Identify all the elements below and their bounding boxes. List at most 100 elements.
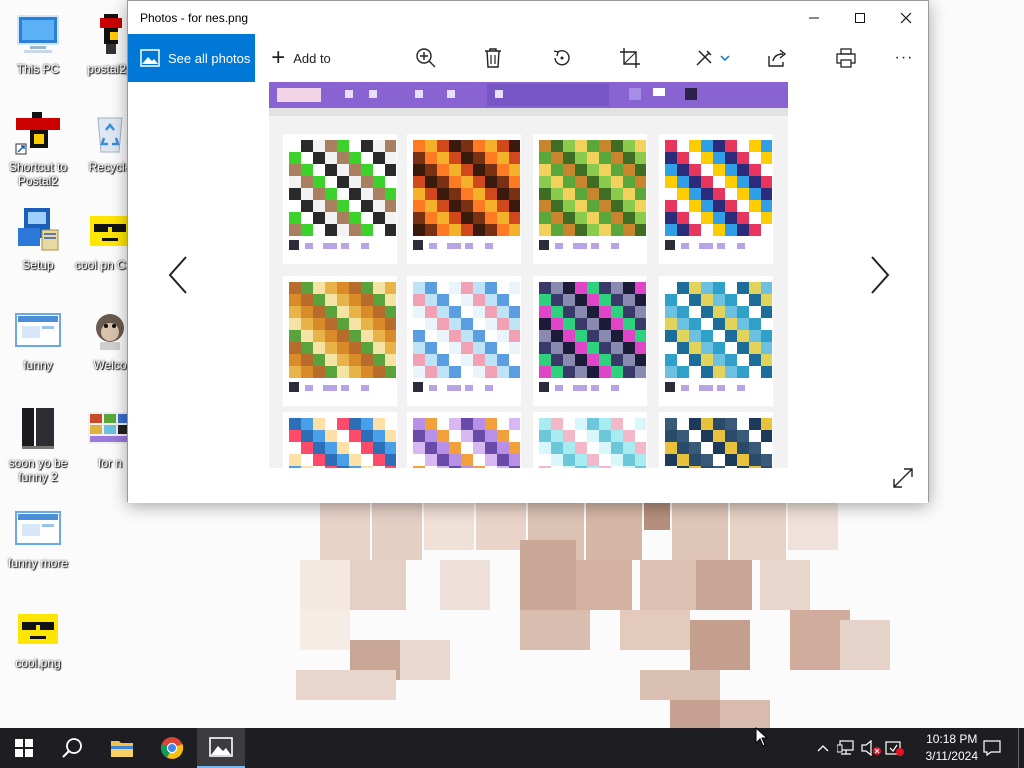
thumbnail-pixel	[437, 212, 449, 224]
expand-icon	[893, 468, 913, 488]
taskbar-clock[interactable]: 10:18 PM 3/11/2024	[926, 731, 979, 765]
show-hidden-icons-button[interactable]	[814, 728, 832, 768]
thumbnail-pixel	[473, 164, 485, 176]
thumbnail-pixel	[301, 306, 313, 318]
desktop-icon-this-pc[interactable]: This PC	[0, 10, 76, 76]
thumbnail-pixel	[599, 176, 611, 188]
close-button[interactable]	[883, 1, 929, 34]
thumbnail-meta-block	[717, 243, 725, 249]
security-button[interactable]	[884, 728, 906, 768]
thumbnail-pixel	[749, 318, 761, 330]
zoom-button[interactable]	[404, 34, 448, 82]
edit-create-button[interactable]	[688, 34, 736, 82]
thumbnail-pixel	[437, 342, 449, 354]
desktop-icon-cool-png[interactable]: cool.png	[0, 604, 76, 670]
photos-window: Photos - for nes.png See all photos + Ad…	[127, 0, 929, 503]
desktop-icon-soon-yo-be-funny[interactable]: soon yo be funny 2	[0, 404, 76, 484]
console-image-icon	[14, 404, 62, 452]
thumbnail-pixel	[509, 318, 520, 330]
thumbnail-pixel	[599, 200, 611, 212]
preview-subheader	[269, 108, 788, 116]
see-all-photos-button[interactable]: See all photos	[128, 34, 255, 82]
thumbnail-meta-block	[717, 385, 725, 391]
thumbnail-pixel	[575, 140, 587, 152]
thumbnail-pixel	[761, 366, 772, 378]
thumbnail-pixel	[325, 418, 337, 430]
add-to-button[interactable]: + Add to	[266, 34, 336, 82]
action-center-button[interactable]	[978, 728, 1006, 768]
thumbnail-pixel	[689, 442, 701, 454]
maximize-button[interactable]	[837, 1, 883, 34]
start-button[interactable]	[0, 728, 48, 768]
thumbnail-pixel	[449, 306, 461, 318]
print-button[interactable]	[824, 34, 868, 82]
thumbnail-pixel	[413, 164, 425, 176]
network-button[interactable]	[836, 728, 856, 768]
thumbnail-pixel	[497, 188, 509, 200]
thumbnail-pixel	[509, 224, 520, 236]
thumbnail-pixel	[509, 188, 520, 200]
mouse-cursor-icon	[755, 726, 769, 752]
thumbnail-pixel	[725, 330, 737, 342]
thumbnail-pixel	[599, 294, 611, 306]
preview-thumbnail-card	[533, 412, 647, 468]
thumbnail-pixel	[761, 466, 772, 468]
thumbnail-pixel	[611, 330, 623, 342]
desktop-icon-setup[interactable]: Setup	[0, 206, 76, 272]
thumbnail-pixel	[313, 212, 325, 224]
thumbnail-pixel	[509, 366, 520, 378]
thumbnail-pixel	[563, 176, 575, 188]
thumbnail-pixel	[325, 330, 337, 342]
thumbnail-pixel	[563, 354, 575, 366]
thumbnail-pixel	[761, 282, 772, 294]
displayed-photo[interactable]	[269, 82, 788, 468]
minimize-button[interactable]	[791, 1, 837, 34]
previous-photo-button[interactable]	[158, 250, 198, 300]
more-options-button[interactable]: ···	[882, 34, 926, 82]
thumbnail-pixel	[677, 188, 689, 200]
thumbnail-meta-block	[361, 385, 369, 391]
desktop-icon-funny[interactable]: funny	[0, 306, 76, 372]
rotate-button[interactable]	[540, 34, 584, 82]
share-button[interactable]	[756, 34, 800, 82]
thumbnail-pixel	[473, 212, 485, 224]
chrome-taskbar-button[interactable]	[148, 728, 196, 768]
thumbnail-pixel	[587, 442, 599, 454]
thumbnail-pixel	[599, 282, 611, 294]
thumbnail-pixel	[289, 366, 301, 378]
thumbnail-pixel	[349, 306, 361, 318]
delete-button[interactable]	[471, 34, 515, 82]
file-explorer-taskbar-button[interactable]	[98, 728, 146, 768]
thumbnail-pixel	[413, 152, 425, 164]
volume-button[interactable]	[860, 728, 882, 768]
thumbnail-pixel	[373, 454, 385, 466]
search-button[interactable]	[48, 728, 96, 768]
desktop-icon-shortcut-postal2[interactable]: Shortcut to Postal2	[0, 108, 76, 188]
next-photo-button[interactable]	[860, 250, 900, 300]
window-titlebar[interactable]: Photos - for nes.png	[128, 1, 928, 34]
zoom-in-icon	[416, 48, 436, 68]
more-options-label: ···	[894, 49, 914, 66]
thumbnail-pixel	[623, 140, 635, 152]
thumbnail-pixel	[623, 442, 635, 454]
thumbnail-pixel	[551, 430, 563, 442]
thumbnail-pixel	[761, 188, 772, 200]
desktop-icon-funny-more[interactable]: funny more	[0, 504, 76, 570]
thumbnail-pixel	[623, 294, 635, 306]
full-screen-button[interactable]	[892, 467, 916, 491]
thumbnail-pixel	[623, 152, 635, 164]
clock-date: 3/11/2024	[925, 749, 979, 763]
thumbnail-pixel	[737, 188, 749, 200]
thumbnail-pixel	[737, 430, 749, 442]
show-desktop-button[interactable]	[1018, 728, 1024, 768]
thumbnail-pixel	[635, 366, 646, 378]
thumbnail-pixel	[611, 454, 623, 466]
thumbnail-pixel	[461, 466, 473, 468]
photos-taskbar-button[interactable]	[197, 728, 245, 768]
thumbnail-pixel	[349, 200, 361, 212]
thumbnail-pixel	[635, 454, 646, 466]
thumbnail-pixel	[313, 152, 325, 164]
crop-button[interactable]	[608, 34, 652, 82]
thumbnail-pixel	[551, 282, 563, 294]
thumbnail-pixel	[385, 318, 396, 330]
